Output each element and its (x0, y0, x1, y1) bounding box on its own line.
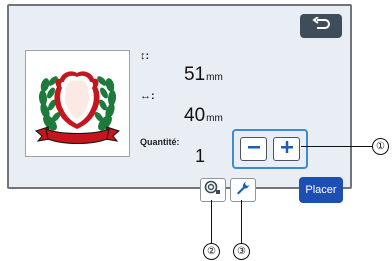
quantity-label: Quantité: (140, 137, 180, 147)
wrench-icon (235, 180, 251, 201)
callout-2: ② (203, 243, 220, 260)
layout-preview-icon (204, 180, 222, 201)
callout-line-1 (301, 146, 372, 147)
quantity-stepper (232, 129, 308, 169)
wrench-button[interactable] (230, 178, 256, 202)
pattern-preview (25, 50, 130, 157)
layout-preview-button[interactable] (200, 178, 226, 202)
height-value: 51mm (184, 64, 223, 85)
width-label: ↔: (140, 90, 155, 102)
callout-1: ① (372, 138, 389, 155)
back-arrow-icon (311, 15, 331, 36)
increase-button[interactable] (273, 137, 300, 161)
device-screen: ↕: 51mm ↔: 40mm Quantité: 1 Placer (7, 4, 352, 203)
minus-icon (247, 140, 261, 159)
decrease-button[interactable] (240, 137, 267, 161)
callout-3: ③ (233, 243, 250, 260)
quantity-value: 1 (195, 146, 206, 166)
emblem-image (34, 71, 121, 144)
place-button[interactable]: Placer (299, 177, 343, 203)
width-value: 40mm (184, 105, 223, 126)
back-button[interactable] (300, 14, 342, 38)
callout-line-2 (211, 200, 212, 243)
callout-line-3 (241, 200, 242, 243)
plus-icon (280, 140, 294, 159)
height-label: ↕: (140, 50, 150, 62)
